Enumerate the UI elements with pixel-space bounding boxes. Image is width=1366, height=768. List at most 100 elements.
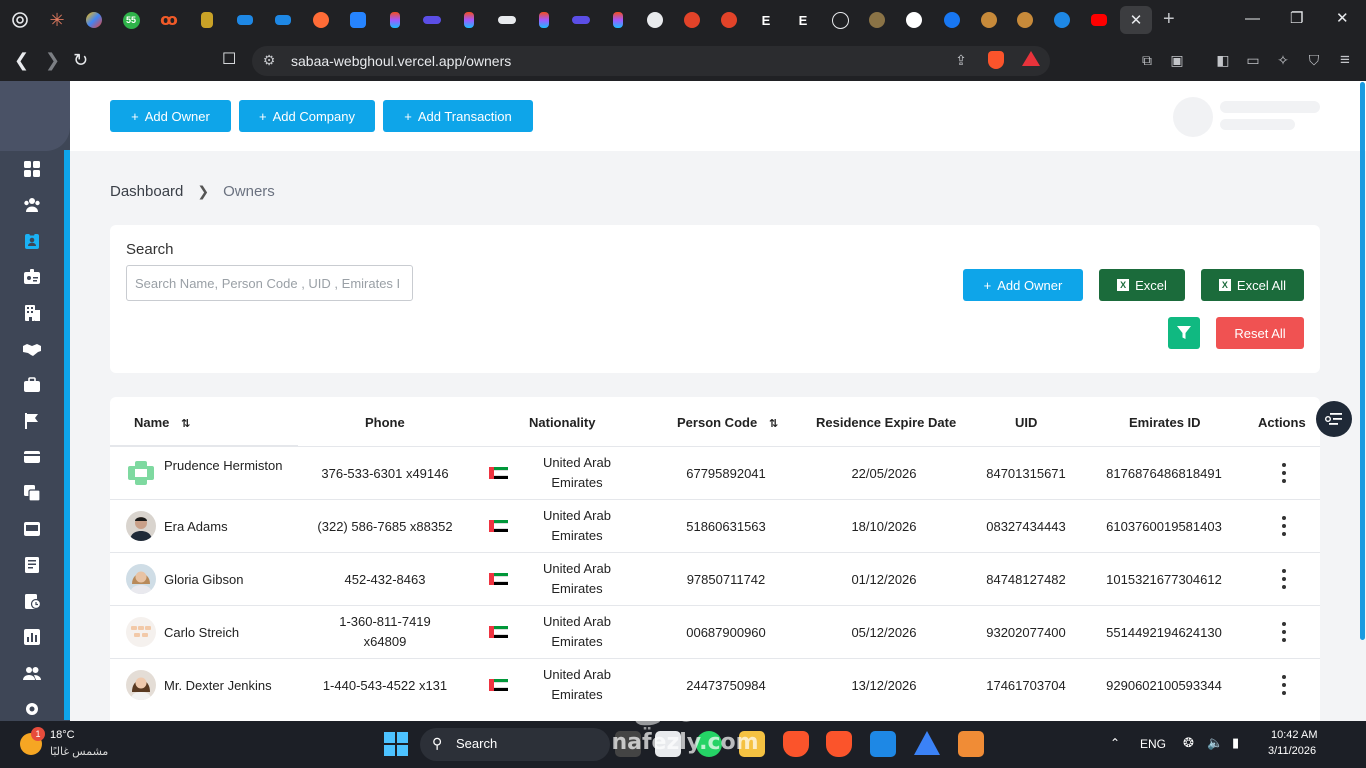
tab-figma4-icon[interactable]: [604, 6, 632, 34]
filter-button[interactable]: [1168, 317, 1200, 349]
tab-facebook-icon[interactable]: [938, 6, 966, 34]
row-actions-icon[interactable]: [1280, 622, 1288, 642]
bookmark-icon[interactable]: ☐: [222, 50, 236, 70]
taskbar-app-icon[interactable]: [914, 731, 940, 755]
tab-white-icon[interactable]: [493, 6, 521, 34]
copy-icon[interactable]: [22, 483, 42, 503]
language-indicator[interactable]: ENG: [1140, 737, 1166, 751]
tab-purple-icon[interactable]: [418, 6, 446, 34]
tab-claude-icon[interactable]: ✳: [43, 6, 71, 34]
tab-jira-icon[interactable]: [344, 6, 372, 34]
tab-active[interactable]: ✕: [1120, 6, 1152, 34]
sidebar-toggle-icon[interactable]: ◧: [1214, 51, 1232, 69]
forward-icon[interactable]: ❯: [45, 50, 60, 70]
add-owner-button[interactable]: + Add Owner: [963, 269, 1083, 301]
reader-icon[interactable]: ▣: [1168, 51, 1186, 69]
owner-name[interactable]: Prudence Hermiston: [164, 459, 284, 473]
taskbar-vscode-icon[interactable]: [870, 731, 896, 757]
row-actions-icon[interactable]: [1280, 463, 1288, 483]
table-row[interactable]: Gloria Gibson 452-432-8463 United Arab E…: [110, 552, 1320, 605]
tab-crest-icon[interactable]: [193, 6, 221, 34]
tab-swirl-icon[interactable]: [1048, 6, 1076, 34]
owner-name[interactable]: Mr. Dexter Jenkins: [164, 678, 272, 693]
tab-purple2-icon[interactable]: [567, 6, 595, 34]
close-tab-icon[interactable]: ✕: [1130, 11, 1143, 29]
tab-e2-icon[interactable]: E: [789, 6, 817, 34]
tab-portal-icon[interactable]: [231, 6, 259, 34]
extensions-icon[interactable]: ⧉: [1138, 51, 1156, 69]
table-row[interactable]: Prudence Hermiston 376-533-6301 x49146 U…: [110, 446, 1320, 499]
receipt-icon[interactable]: [22, 555, 42, 575]
breadcrumb-dashboard-link[interactable]: Dashboard: [110, 183, 183, 200]
start-icon[interactable]: [384, 732, 408, 756]
battery-icon[interactable]: ▮: [1232, 735, 1239, 751]
tab-figma-icon[interactable]: [381, 6, 409, 34]
brave-rewards-icon[interactable]: [1022, 51, 1040, 69]
row-actions-icon[interactable]: [1280, 569, 1288, 589]
window-icon[interactable]: [22, 519, 42, 539]
maximize-icon[interactable]: ❐: [1290, 10, 1303, 28]
row-actions-icon[interactable]: [1280, 516, 1288, 536]
tab-figma2-icon[interactable]: [455, 6, 483, 34]
add-company-button[interactable]: + Add Company: [239, 100, 375, 132]
owner-name[interactable]: Carlo Streich: [164, 625, 239, 640]
tray-chevron-icon[interactable]: ⌃: [1110, 736, 1120, 750]
chart-icon[interactable]: [22, 627, 42, 647]
volume-icon[interactable]: 🔈: [1207, 735, 1223, 751]
site-info-icon[interactable]: ⚙: [260, 51, 278, 69]
tab-globe-icon[interactable]: [641, 6, 669, 34]
taskbar-search-box[interactable]: [420, 728, 610, 761]
window-close-icon[interactable]: ✕: [1336, 10, 1349, 28]
clock-date[interactable]: 3/11/2026: [1268, 745, 1316, 757]
wifi-icon[interactable]: ❂: [1183, 735, 1194, 751]
tab-postman-icon[interactable]: [307, 6, 335, 34]
credit-card-icon[interactable]: [22, 447, 42, 467]
users-group-icon[interactable]: [22, 195, 42, 215]
search-input[interactable]: [126, 265, 413, 301]
tab-github-icon[interactable]: [900, 6, 928, 34]
excel-all-export-button[interactable]: X Excel All: [1201, 269, 1304, 301]
tab-gitlab-icon[interactable]: [678, 6, 706, 34]
owners-icon[interactable]: [22, 231, 42, 251]
wallet-icon[interactable]: ▭: [1244, 51, 1262, 69]
weather-temperature[interactable]: 18°C: [50, 729, 75, 741]
minimize-icon[interactable]: —: [1245, 10, 1260, 28]
tab-gitlab2-icon[interactable]: [715, 6, 743, 34]
url-text[interactable]: sabaa-webghoul.vercel.app/owners: [291, 53, 511, 69]
clipboard-clock-icon[interactable]: [22, 591, 42, 611]
new-tab-icon[interactable]: +: [1163, 8, 1175, 30]
share-icon[interactable]: ⇪: [952, 51, 970, 69]
tab-e-icon[interactable]: E: [752, 6, 780, 34]
col-name[interactable]: Name ⇅: [134, 415, 190, 430]
tab-badge-icon[interactable]: 55: [117, 6, 145, 34]
menu-icon[interactable]: ≡: [1336, 51, 1354, 69]
tab-pattern2-icon[interactable]: [1011, 6, 1039, 34]
reload-icon[interactable]: ↻: [73, 50, 88, 70]
taskbar-xampp-icon[interactable]: [958, 731, 984, 757]
owner-name[interactable]: Gloria Gibson: [164, 572, 243, 587]
flag-icon[interactable]: [22, 411, 42, 431]
settings-icon[interactable]: [22, 699, 42, 719]
taskbar-brave2-icon[interactable]: [826, 731, 852, 757]
brave-shield-icon[interactable]: [988, 51, 1006, 69]
sort-icon[interactable]: ⇅: [769, 418, 778, 430]
sort-icon[interactable]: ⇅: [181, 418, 190, 430]
page-scrollbar[interactable]: [1360, 82, 1365, 640]
tab-figma3-icon[interactable]: [530, 6, 558, 34]
leo-ai-icon[interactable]: ✧: [1274, 51, 1292, 69]
add-transaction-button[interactable]: + Add Transaction: [383, 100, 533, 132]
dashboard-icon[interactable]: [22, 159, 42, 179]
briefcase-icon[interactable]: [22, 375, 42, 395]
vpn-icon[interactable]: ⛉: [1305, 51, 1323, 69]
add-owner-header-button[interactable]: + Add Owner: [110, 100, 231, 132]
owner-name[interactable]: Era Adams: [164, 519, 228, 534]
floating-filter-button[interactable]: [1316, 401, 1352, 437]
id-card-icon[interactable]: [22, 267, 42, 287]
tab-youtube-icon[interactable]: [1085, 6, 1113, 34]
table-row[interactable]: Carlo Streich 1-360-811-7419 x64809 Unit…: [110, 605, 1320, 658]
handshake-icon[interactable]: [22, 339, 42, 359]
tab-chatgpt-icon[interactable]: [6, 6, 34, 34]
team-icon[interactable]: [22, 663, 42, 683]
table-row[interactable]: Era Adams (322) 586-7685 x88352 United A…: [110, 499, 1320, 552]
tab-link-icon[interactable]: ꝏ: [155, 6, 183, 34]
